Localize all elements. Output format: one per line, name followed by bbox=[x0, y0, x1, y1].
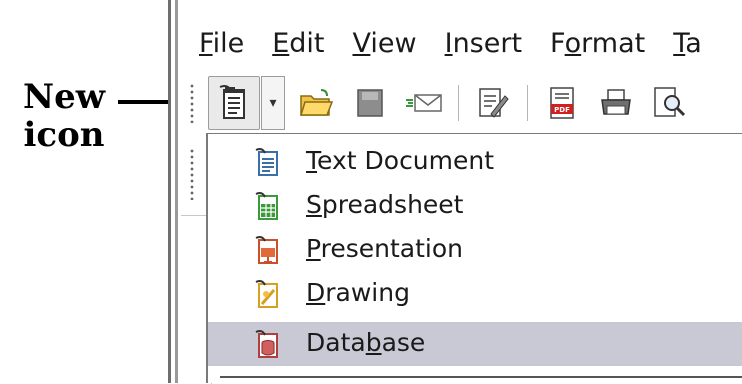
dropdown-arrow-icon: ▾ bbox=[269, 95, 277, 111]
callout-line-2: icon bbox=[23, 115, 105, 155]
menu-item-text-document[interactable]: Text Document bbox=[208, 140, 742, 184]
menu-table[interactable]: Ta bbox=[657, 28, 714, 59]
window-frame-edge bbox=[175, 0, 178, 383]
database-icon bbox=[255, 330, 278, 358]
email-icon bbox=[406, 94, 442, 112]
print-icon bbox=[601, 89, 631, 115]
page-preview-icon bbox=[654, 87, 686, 117]
new-button[interactable] bbox=[208, 76, 260, 130]
toolbar-separator bbox=[527, 85, 528, 121]
save-icon bbox=[357, 89, 383, 117]
new-dropdown-menu: Text Document Spreadsheet Presentation D… bbox=[206, 133, 742, 383]
menu-edit[interactable]: Edit bbox=[256, 28, 336, 59]
export-pdf-icon: PDF bbox=[550, 87, 574, 119]
toolbar-separator bbox=[458, 85, 459, 121]
menu-format[interactable]: Format bbox=[534, 28, 657, 59]
toolbar-grip-handle[interactable] bbox=[189, 83, 195, 123]
new-icon-callout: New icon bbox=[14, 78, 114, 154]
new-dropdown-button[interactable]: ▾ bbox=[261, 76, 285, 130]
open-button[interactable] bbox=[293, 80, 339, 126]
page-preview-button[interactable] bbox=[647, 80, 693, 126]
new-document-icon bbox=[219, 85, 245, 119]
export-pdf-button[interactable]: PDF bbox=[539, 80, 585, 126]
menu-item-spreadsheet[interactable]: Spreadsheet bbox=[208, 184, 742, 228]
edit-file-button[interactable] bbox=[470, 80, 516, 126]
menu-item-presentation[interactable]: Presentation bbox=[208, 228, 742, 272]
menu-view[interactable]: View bbox=[337, 28, 429, 59]
text-document-icon bbox=[255, 148, 278, 176]
menu-item-drawing[interactable]: Drawing bbox=[208, 272, 742, 316]
presentation-icon bbox=[255, 236, 278, 264]
callout-line-1: New bbox=[23, 77, 105, 117]
drawing-icon bbox=[255, 280, 278, 308]
open-folder-icon bbox=[299, 89, 333, 116]
menu-file[interactable]: File bbox=[181, 28, 256, 59]
svg-text:PDF: PDF bbox=[554, 106, 570, 114]
email-button[interactable] bbox=[401, 80, 447, 126]
menu-separator bbox=[220, 376, 742, 378]
menu-insert[interactable]: Insert bbox=[429, 28, 534, 59]
standard-toolbar: ▾ PDF bbox=[181, 72, 742, 134]
menu-item-database[interactable]: Database bbox=[208, 322, 742, 366]
save-button[interactable] bbox=[347, 80, 393, 126]
edit-file-icon bbox=[479, 88, 509, 118]
second-toolbar-grip[interactable] bbox=[189, 148, 195, 200]
menu-bar: File Edit View Insert Format Ta bbox=[181, 18, 742, 68]
spreadsheet-icon bbox=[255, 192, 278, 220]
print-button[interactable] bbox=[593, 80, 639, 126]
